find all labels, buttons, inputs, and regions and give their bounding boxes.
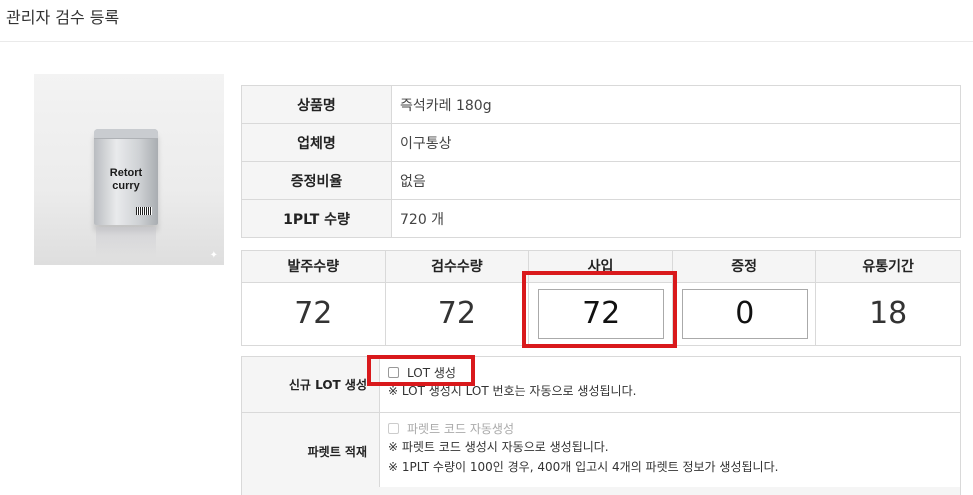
barcode-icon: [136, 207, 152, 215]
product-image: Retort curry ✦: [34, 74, 224, 265]
pallet-note-2: ※ 1PLT 수량이 100인 경우, 400개 입고시 4개의 파렛트 정보가…: [388, 460, 779, 474]
retort-pouch: Retort curry: [94, 129, 158, 225]
info-row-plt-qty: 1PLT 수량 720 개: [241, 199, 961, 238]
info-key: 상품명: [241, 85, 392, 124]
qty-header: 발주수량: [242, 251, 385, 283]
qty-col-gift: 증정 0: [672, 251, 817, 345]
pallet-auto-checkbox-row[interactable]: 파렛트 코드 자동생성: [388, 419, 778, 437]
info-row-gift-ratio: 증정비율 없음: [241, 161, 961, 200]
qty-col-inspect: 검수수량 72: [385, 251, 530, 345]
inspect-qty-value: 72: [437, 296, 476, 331]
info-value: 이구통상: [391, 123, 961, 162]
lot-table: 신규 LOT 생성 LOT 생성 ※ LOT 생성시 LOT 번호는 자동으로 …: [241, 356, 961, 490]
pouch-label-line1: Retort: [109, 167, 143, 179]
pallet-auto-checkbox[interactable]: [388, 422, 399, 434]
pallet-label: 파렛트 적재: [242, 413, 380, 489]
page-header: 관리자 검수 등록: [0, 0, 973, 42]
page-title: 관리자 검수 등록: [6, 8, 120, 27]
qty-col-expiry: 유통기간 18: [816, 251, 960, 345]
lot-row: 신규 LOT 생성 LOT 생성 ※ LOT 생성시 LOT 번호는 자동으로 …: [242, 357, 960, 413]
pouch-label-line2: curry: [112, 180, 140, 192]
pallet-note-1: ※ 파렛트 코드 생성시 자동으로 생성됩니다.: [388, 440, 609, 454]
lot-checkbox-highlight: [367, 355, 475, 386]
info-value: 즉석카레 180g: [391, 85, 961, 124]
info-value: 없음: [391, 161, 961, 200]
qty-header: 유통기간: [816, 251, 960, 283]
pallet-auto-checkbox-label[interactable]: 파렛트 코드 자동생성: [407, 420, 514, 437]
pallet-row: 파렛트 적재 파렛트 코드 자동생성 ※ 파렛트 코드 생성시 자동으로 생성됩…: [242, 413, 960, 489]
info-row-vendor: 업체명 이구통상: [241, 123, 961, 162]
sparkle-icon: ✦: [209, 250, 218, 261]
qty-header: 증정: [672, 251, 816, 283]
gift-qty-input[interactable]: 0: [681, 289, 808, 339]
info-key: 1PLT 수량: [241, 199, 392, 238]
info-key: 업체명: [241, 123, 392, 162]
qty-header: 검수수량: [385, 251, 529, 283]
product-info-table: 상품명 즉석카레 180g 업체명 이구통상 증정비율 없음 1PLT 수량 7…: [241, 85, 961, 238]
lot-label: 신규 LOT 생성: [242, 357, 380, 412]
info-row-product-name: 상품명 즉석카레 180g: [241, 85, 961, 124]
info-value: 720 개: [391, 199, 961, 238]
expiry-value: 18: [869, 296, 908, 331]
info-key: 증정비율: [241, 161, 392, 200]
buy-qty-highlight: [522, 271, 677, 348]
qty-col-order: 발주수량 72: [242, 251, 386, 345]
order-qty-value: 72: [294, 296, 333, 331]
